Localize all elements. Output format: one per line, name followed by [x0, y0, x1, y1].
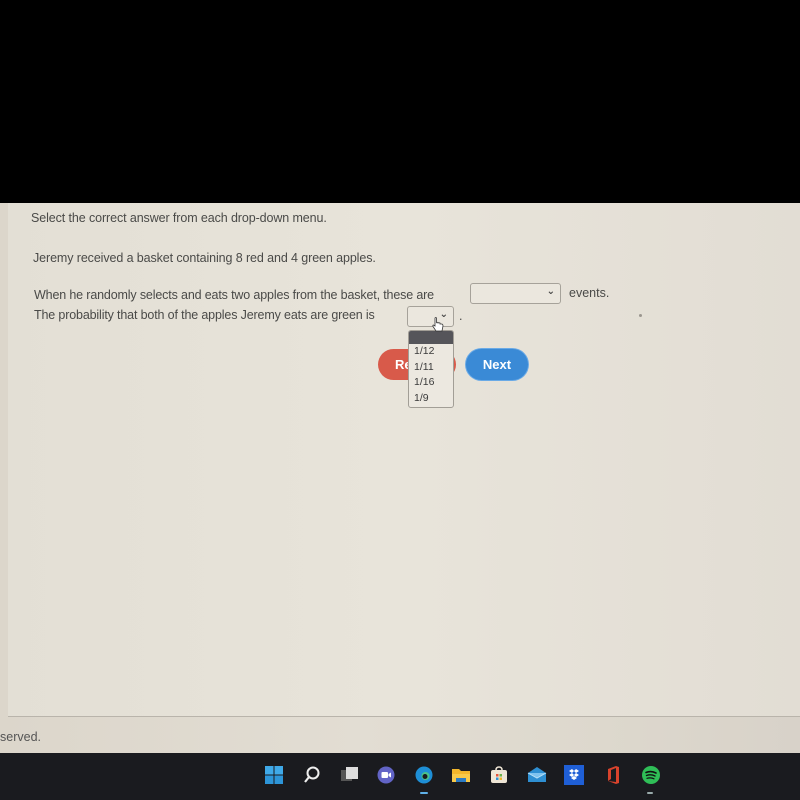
microsoft-store-icon[interactable]: [489, 765, 509, 785]
teams-chat-icon[interactable]: [376, 765, 396, 785]
edge-browser-icon[interactable]: [414, 765, 434, 785]
office-icon[interactable]: [603, 765, 623, 785]
active-app-indicator: [420, 792, 428, 794]
running-app-indicator: [647, 792, 653, 794]
probability-dropdown-menu: 1/12 1/11 1/16 1/9: [408, 330, 454, 408]
sentence-2-suffix: .: [459, 309, 463, 323]
search-icon[interactable]: [302, 765, 322, 785]
sentence-1-suffix: events.: [569, 286, 610, 300]
dropdown-option[interactable]: 1/9: [409, 391, 453, 407]
dropdown-option[interactable]: 1/16: [409, 375, 453, 391]
screen-speck: [639, 314, 642, 317]
question-prompt: Jeremy received a basket containing 8 re…: [33, 251, 376, 265]
mail-icon[interactable]: [527, 765, 547, 785]
chevron-down-icon: ⌄: [546, 286, 555, 297]
probability-dropdown[interactable]: ⌄: [407, 306, 454, 327]
windows-taskbar: [0, 753, 800, 800]
question-panel: Select the correct answer from each drop…: [8, 203, 800, 717]
task-view-icon[interactable]: [340, 765, 360, 785]
instructions-text: Select the correct answer from each drop…: [31, 211, 327, 225]
event-type-dropdown[interactable]: ⌄: [470, 283, 561, 304]
screen-bezel-top: [0, 0, 800, 203]
spotify-icon[interactable]: [641, 765, 661, 785]
file-explorer-icon[interactable]: [451, 765, 471, 785]
dropbox-icon[interactable]: [564, 765, 584, 785]
sentence-2-text: The probability that both of the apples …: [34, 308, 375, 322]
browser-viewport: Select the correct answer from each drop…: [0, 203, 800, 753]
windows-start-icon[interactable]: [264, 765, 284, 785]
copyright-footer: served.: [0, 730, 41, 744]
dropdown-option[interactable]: 1/12: [409, 344, 453, 360]
sentence-1-text: When he randomly selects and eats two ap…: [34, 288, 434, 302]
hand-cursor-icon: [432, 317, 444, 332]
dropdown-option-blank[interactable]: [409, 331, 453, 344]
dropdown-option[interactable]: 1/11: [409, 360, 453, 376]
next-button[interactable]: Next: [466, 349, 528, 380]
